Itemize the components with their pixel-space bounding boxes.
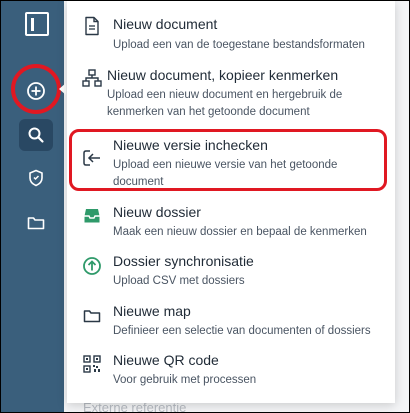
qr-code-icon <box>81 353 103 375</box>
hierarchy-icon <box>81 67 103 89</box>
folder-icon <box>81 305 103 327</box>
menu-item-description: Upload een nieuw document en hergebruik … <box>107 89 343 118</box>
menu-item-new-folder[interactable]: Nieuwe map Definieer een selectie van do… <box>67 302 395 350</box>
menu-item-dossier-sync[interactable]: Dossier synchronisatie Upload CSV met do… <box>67 252 395 300</box>
menu-item-title: Dossier synchronisatie <box>113 253 254 269</box>
menu-item-title: Nieuw document <box>113 16 218 32</box>
menu-item-title: Nieuw document, kopieer kenmerken <box>107 67 339 83</box>
menu-item-description: Upload CSV met dossiers <box>113 275 245 287</box>
inbox-icon <box>81 205 103 227</box>
menu-item-new-qr-code[interactable]: Nieuwe QR code Voor gebruik met processe… <box>67 351 395 399</box>
new-item-menu: Nieuw document Upload een van de toegest… <box>67 1 395 403</box>
shield-icon <box>28 169 44 187</box>
upload-circle-icon <box>81 255 103 277</box>
folder-icon <box>27 215 45 231</box>
menu-item-description: Upload een van de toegestane bestandsfor… <box>113 39 365 51</box>
menu-item-new-document[interactable]: Nieuw document Upload een van de toegest… <box>67 9 395 57</box>
menu-item-new-document-copy[interactable]: Nieuw document, kopieer kenmerken Upload… <box>67 61 395 123</box>
sidebar <box>1 1 64 412</box>
search-button[interactable] <box>19 119 53 151</box>
menu-item-new-dossier[interactable]: Nieuw dossier Maak een nieuw dossier en … <box>67 203 395 251</box>
security-button[interactable] <box>19 162 53 194</box>
search-icon <box>27 126 45 144</box>
menu-pointer <box>59 83 66 95</box>
menu-item-title: Nieuwe map <box>113 303 191 319</box>
folders-button[interactable] <box>19 207 53 239</box>
menu-item-description: Voor gebruik met processen <box>113 374 257 386</box>
annotation-circle <box>11 64 61 114</box>
annotation-highlight-box <box>69 129 387 191</box>
app-logo-icon[interactable] <box>25 12 49 36</box>
menu-item-description: Definieer een selectie van documenten of… <box>113 325 371 337</box>
menu-item-title: Nieuw dossier <box>113 204 201 220</box>
menu-item-description: Maak een nieuw dossier en bepaal de kenm… <box>113 226 367 238</box>
app-window: Externe referentie Nieuw document Upload… <box>0 0 410 413</box>
document-icon <box>81 15 103 37</box>
menu-item-title: Nieuwe QR code <box>113 352 219 368</box>
